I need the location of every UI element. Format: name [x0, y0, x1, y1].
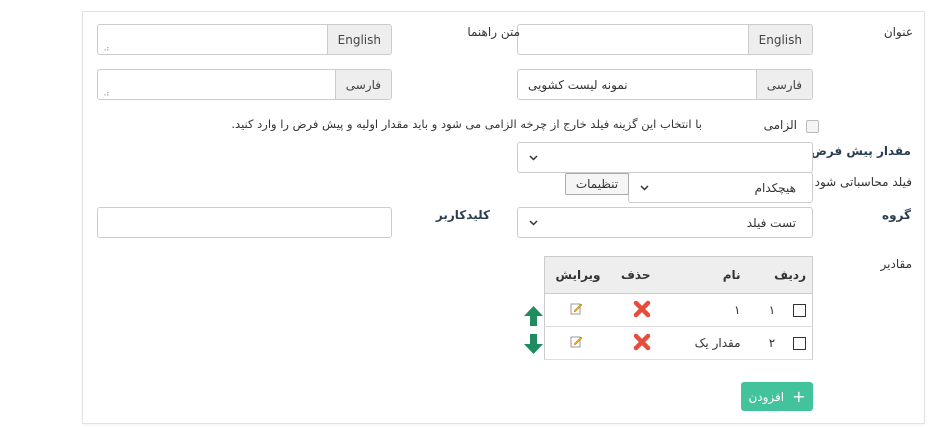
required-checkbox[interactable]	[806, 120, 819, 133]
plus-icon: +	[792, 386, 806, 406]
column-header-name: نام	[656, 256, 747, 294]
group-select[interactable]: تست فیلد	[517, 207, 813, 238]
keyword-input[interactable]	[97, 207, 392, 238]
row-index: ۲	[768, 336, 776, 350]
computed-field-select[interactable]: هیچکدام	[628, 172, 813, 203]
farsi-addon: فارسی	[334, 70, 391, 99]
table-row: ۲ مقدار یک	[544, 326, 813, 360]
title-english-input-group: English	[517, 24, 813, 55]
group-label: گروه	[882, 208, 911, 222]
title-english-input[interactable]	[518, 25, 748, 54]
row-index-cell: ۱	[746, 293, 813, 327]
row-edit-cell	[544, 326, 607, 360]
row-edit-cell	[544, 293, 607, 327]
column-header-delete: حذف	[606, 256, 657, 294]
resize-handle-icon[interactable]: ⠠⠆	[101, 45, 112, 53]
hint-label: متن راهنما	[467, 25, 520, 39]
chevron-down-icon	[528, 218, 538, 228]
hint-english-textarea[interactable]: ⠠⠆	[98, 25, 327, 54]
row-delete-cell	[606, 293, 657, 327]
resize-handle-icon[interactable]: ⠠⠆	[101, 90, 112, 98]
move-up-arrow-icon[interactable]	[523, 305, 544, 330]
row-checkbox[interactable]	[793, 337, 806, 350]
group-selected: تست فیلد	[746, 215, 796, 230]
delete-icon[interactable]	[633, 333, 651, 354]
move-down-arrow-icon[interactable]	[523, 333, 544, 358]
row-delete-cell	[606, 326, 657, 360]
computed-field-label: فیلد محاسباتی شود	[814, 175, 912, 189]
english-addon: English	[326, 25, 391, 54]
title-farsi-input-group: نمونه لیست کشویی فارسی	[517, 69, 813, 100]
hint-farsi-input-group: ⠠⠆ فارسی	[97, 69, 392, 100]
row-checkbox[interactable]	[793, 304, 806, 317]
column-header-index: ردیف	[746, 256, 813, 294]
required-note: با انتخاب این گزینه فیلد خارج از چرخه ال…	[231, 117, 702, 131]
english-addon: English	[747, 25, 812, 54]
edit-icon[interactable]	[570, 335, 583, 348]
table-header-row: ردیف نام حذف ویرایش	[544, 256, 813, 294]
row-index: ۱	[768, 303, 776, 317]
hint-farsi-textarea[interactable]: ⠠⠆	[98, 70, 335, 99]
default-value-label: مقدار پیش فرض	[810, 144, 911, 158]
row-name: ۱	[656, 293, 747, 327]
table-row: ۱ ۱	[544, 293, 813, 327]
row-name: مقدار یک	[656, 326, 747, 360]
add-button[interactable]: + افزودن	[741, 382, 813, 411]
column-header-edit: ویرایش	[544, 256, 607, 294]
delete-icon[interactable]	[633, 300, 651, 321]
values-label: مقادیر	[880, 257, 912, 271]
computed-field-selected: هیچکدام	[754, 180, 796, 195]
add-button-label: افزودن	[748, 389, 785, 404]
edit-icon[interactable]	[570, 302, 583, 315]
keyword-label: کلیدکاربر	[435, 208, 490, 222]
hint-english-input-group: ⠠⠆ English	[97, 24, 392, 55]
settings-button[interactable]: تنظیمات	[565, 173, 629, 195]
chevron-down-icon	[528, 153, 538, 163]
title-label: عنوان	[883, 25, 913, 39]
farsi-addon: فارسی	[755, 70, 812, 99]
row-index-cell: ۲	[746, 326, 813, 360]
chevron-down-icon	[639, 183, 649, 193]
default-value-select[interactable]	[517, 142, 813, 173]
required-label: الزامی	[763, 118, 797, 132]
title-farsi-input[interactable]: نمونه لیست کشویی	[518, 70, 756, 99]
values-table: ردیف نام حذف ویرایش ۱ ۱ ۲ مقدار یک	[544, 256, 813, 360]
